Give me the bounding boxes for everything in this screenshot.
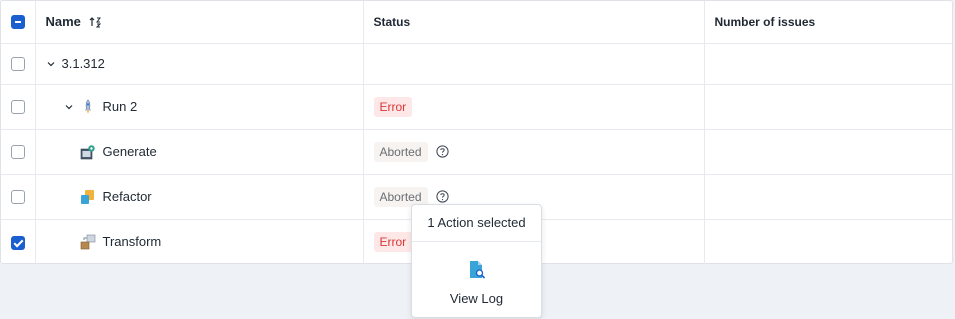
name-cell: Refactor xyxy=(35,174,364,220)
row-name: Generate xyxy=(102,144,157,159)
status-cell: Error xyxy=(363,84,705,130)
select-all-checkbox[interactable] xyxy=(10,15,25,30)
chevron-down-icon[interactable] xyxy=(46,59,56,69)
view-log-icon xyxy=(467,260,487,285)
status-cell xyxy=(363,43,705,85)
issues-cell xyxy=(704,174,952,220)
issues-column-header[interactable]: Number of issues xyxy=(704,1,952,44)
name-cell: 3.1.312 xyxy=(35,43,364,85)
name-cell: Run 2 xyxy=(35,84,364,130)
chevron-down-icon[interactable] xyxy=(64,102,74,112)
view-log-button[interactable]: View Log xyxy=(412,242,541,306)
issues-cell xyxy=(704,43,952,85)
name-cell: Generate xyxy=(35,129,364,175)
status-column-header[interactable]: Status xyxy=(363,1,705,44)
table-row[interactable]: 3.1.312 xyxy=(1,43,952,85)
table-header-row: Name Status Number of issues xyxy=(1,1,952,44)
table-row[interactable]: Run 2 Error xyxy=(1,84,952,130)
row-checkbox[interactable] xyxy=(10,235,25,250)
issues-cell xyxy=(704,84,952,130)
view-log-label: View Log xyxy=(449,291,504,306)
transform-icon xyxy=(80,234,96,250)
row-checkbox[interactable] xyxy=(10,57,25,72)
action-popup: 1 Action selected View Log xyxy=(411,204,542,318)
issues-cell xyxy=(704,219,952,264)
status-cell: Aborted xyxy=(363,129,705,175)
status-badge: Error xyxy=(373,96,413,117)
row-name: 3.1.312 xyxy=(61,56,105,71)
refactor-icon xyxy=(80,189,96,205)
help-circle-icon[interactable] xyxy=(435,190,449,203)
popup-header: 1 Action selected xyxy=(412,205,541,242)
name-header-label: Name xyxy=(45,14,81,30)
issues-cell xyxy=(704,129,952,175)
row-checkbox[interactable] xyxy=(10,145,25,160)
table-row[interactable]: Generate Aborted xyxy=(1,129,952,175)
generate-icon xyxy=(80,144,96,160)
select-all-cell xyxy=(1,1,36,44)
row-checkbox[interactable] xyxy=(10,100,25,115)
rocket-icon xyxy=(80,98,96,115)
row-checkbox[interactable] xyxy=(10,190,25,205)
row-name: Refactor xyxy=(102,189,152,204)
status-badge: Aborted xyxy=(373,141,428,162)
status-badge: Error xyxy=(373,231,413,252)
row-name: Run 2 xyxy=(102,99,138,114)
name-column-header[interactable]: Name xyxy=(35,1,364,44)
name-cell: Transform xyxy=(35,219,364,264)
help-circle-icon[interactable] xyxy=(435,145,449,158)
row-name: Transform xyxy=(102,234,162,250)
sort-ascending-icon[interactable] xyxy=(89,16,102,28)
